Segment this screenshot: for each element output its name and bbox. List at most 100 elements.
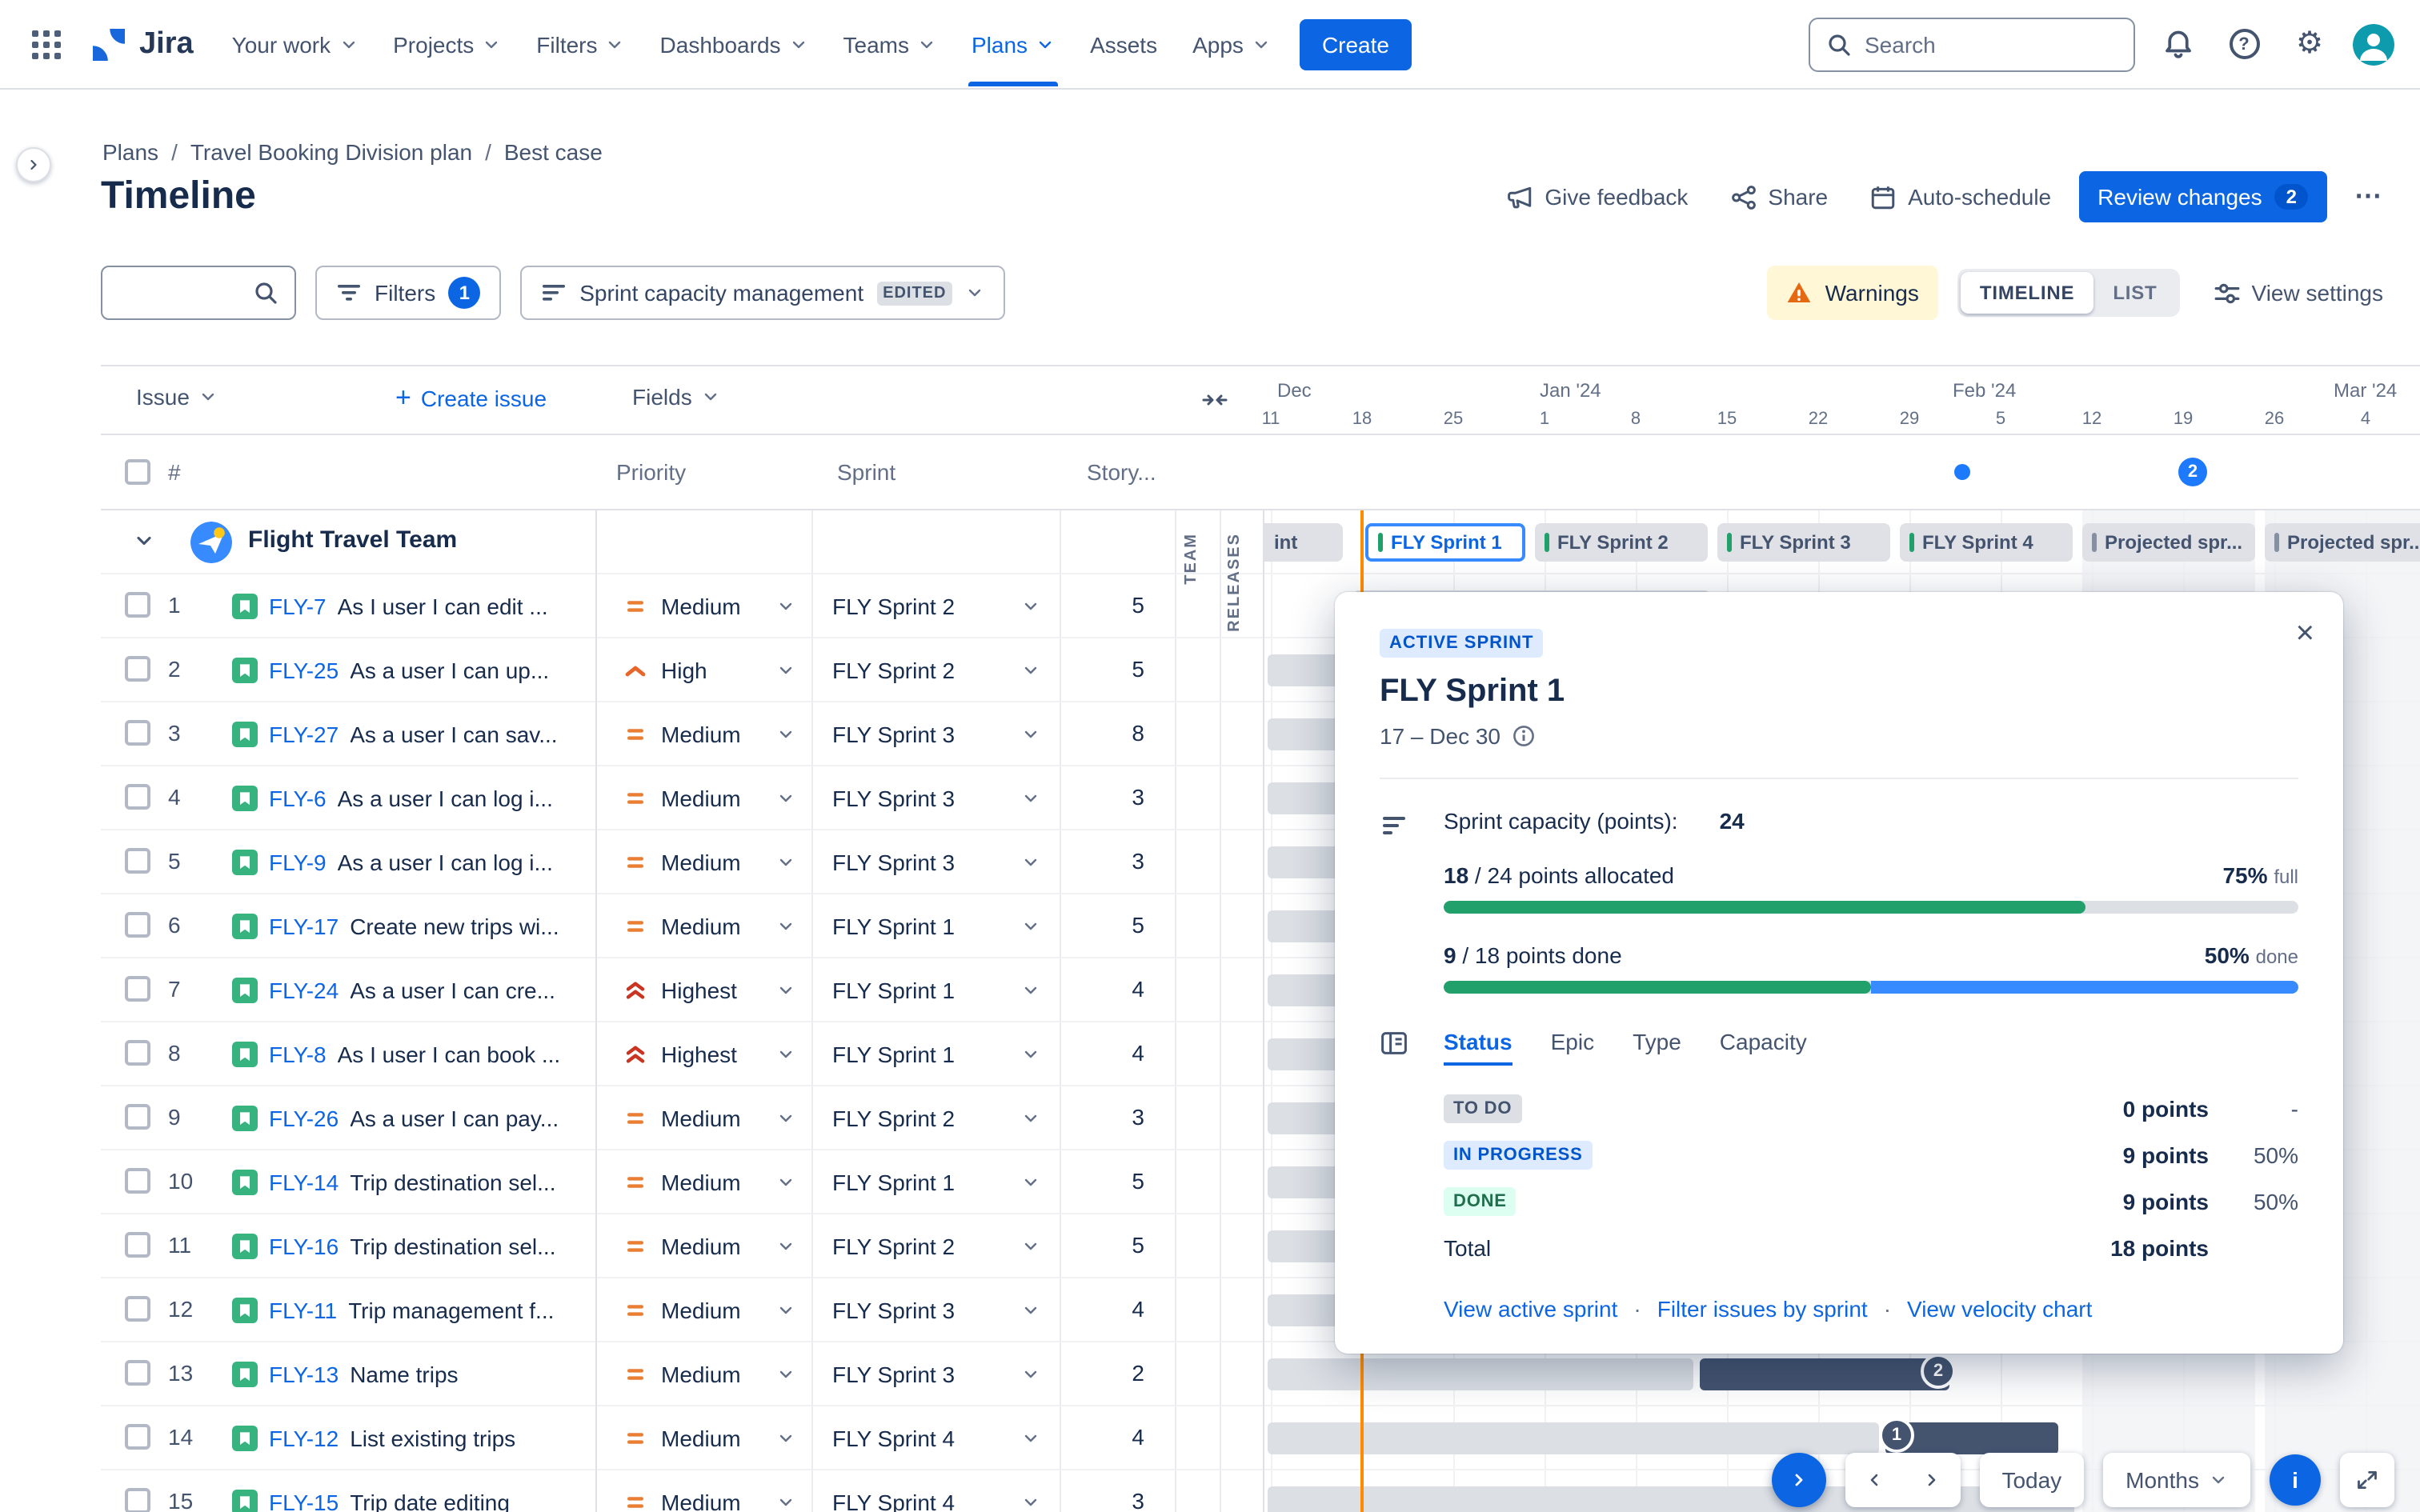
team-name[interactable]: Flight Travel Team xyxy=(248,526,457,554)
issue-key-link[interactable]: FLY-15 xyxy=(269,1489,339,1512)
fields-dropdown[interactable]: Fields xyxy=(632,384,721,410)
sprint-dropdown[interactable]: FLY Sprint 1 xyxy=(813,894,1060,957)
row-checkbox[interactable] xyxy=(125,656,150,682)
story-points-cell[interactable]: 5 xyxy=(1061,592,1144,618)
issue-key-link[interactable]: FLY-8 xyxy=(269,1041,327,1066)
story-points-cell[interactable]: 5 xyxy=(1061,912,1144,938)
sprint-dropdown[interactable]: FLY Sprint 3 xyxy=(813,830,1060,893)
sprint-dropdown[interactable]: FLY Sprint 2 xyxy=(813,1214,1060,1277)
priority-dropdown[interactable]: Medium xyxy=(597,574,811,637)
story-points-cell[interactable]: 2 xyxy=(1061,1360,1144,1386)
popup-tab-capacity[interactable]: Capacity xyxy=(1720,1029,1807,1066)
notifications-button[interactable] xyxy=(2156,22,2201,66)
row-checkbox[interactable] xyxy=(125,1296,150,1322)
fullscreen-button[interactable] xyxy=(2340,1453,2394,1507)
priority-dropdown[interactable]: Medium xyxy=(597,1150,811,1213)
priority-dropdown[interactable]: Medium xyxy=(597,894,811,957)
issue-key-link[interactable]: FLY-26 xyxy=(269,1105,339,1130)
timeline-bar[interactable]: 2 xyxy=(1700,1354,1956,1390)
story-points-cell[interactable]: 5 xyxy=(1061,1168,1144,1194)
issue-key-link[interactable]: FLY-6 xyxy=(269,785,327,810)
sprint-pill-int[interactable]: int xyxy=(1264,523,1343,562)
issue-key-link[interactable]: FLY-17 xyxy=(269,913,339,938)
popup-tab-type[interactable]: Type xyxy=(1633,1029,1681,1066)
nav-item-your-work[interactable]: Your work xyxy=(216,17,375,71)
story-points-cell[interactable]: 5 xyxy=(1061,1232,1144,1258)
info-icon[interactable] xyxy=(1512,725,1534,747)
row-checkbox[interactable] xyxy=(125,1360,150,1386)
story-points-cell[interactable]: 4 xyxy=(1061,1424,1144,1450)
row-checkbox[interactable] xyxy=(125,1040,150,1066)
breadcrumb-item[interactable]: Best case xyxy=(504,139,603,165)
priority-dropdown[interactable]: Medium xyxy=(597,702,811,765)
collapse-team-chevron-icon[interactable] xyxy=(133,530,155,552)
nav-item-apps[interactable]: Apps xyxy=(1176,17,1287,71)
row-checkbox[interactable] xyxy=(125,1488,150,1512)
jira-logo[interactable]: Jira xyxy=(90,25,194,63)
review-changes-button[interactable]: Review changes 2 xyxy=(2078,171,2327,222)
nav-item-projects[interactable]: Projects xyxy=(377,17,517,71)
help-button[interactable]: ? xyxy=(2222,22,2266,66)
sprint-dropdown[interactable]: FLY Sprint 3 xyxy=(813,702,1060,765)
priority-dropdown[interactable]: Medium xyxy=(597,1214,811,1277)
story-points-cell[interactable]: 3 xyxy=(1061,848,1144,874)
today-button[interactable]: Today xyxy=(1979,1453,2085,1507)
create-issue-button[interactable]: + Create issue xyxy=(395,384,547,411)
nav-item-filters[interactable]: Filters xyxy=(520,17,640,71)
sprint-dropdown[interactable]: FLY Sprint 2 xyxy=(813,1086,1060,1149)
story-points-cell[interactable]: 5 xyxy=(1061,656,1144,682)
row-checkbox[interactable] xyxy=(125,784,150,810)
row-checkbox[interactable] xyxy=(125,1424,150,1450)
sprint-dropdown[interactable]: FLY Sprint 3 xyxy=(813,1342,1060,1405)
expand-panel-button[interactable] xyxy=(1771,1453,1826,1507)
issue-key-link[interactable]: FLY-25 xyxy=(269,657,339,682)
more-actions-button[interactable]: ⋯ xyxy=(2340,170,2398,224)
story-points-cell[interactable]: 3 xyxy=(1061,1104,1144,1130)
priority-dropdown[interactable]: Medium xyxy=(597,830,811,893)
priority-dropdown[interactable]: Medium xyxy=(597,1086,811,1149)
scroll-left-button[interactable] xyxy=(1845,1453,1902,1507)
story-points-cell[interactable]: 8 xyxy=(1061,720,1144,746)
tab-timeline[interactable]: TIMELINE xyxy=(1960,272,2094,314)
sprint-pill-fly-sprint-3[interactable]: FLY Sprint 3 xyxy=(1717,523,1890,562)
timeline-bar[interactable]: 1 xyxy=(1879,1418,2058,1454)
timeline-marker-dot[interactable] xyxy=(1954,464,1970,480)
issue-key-link[interactable]: FLY-24 xyxy=(269,977,339,1002)
give-feedback-button[interactable]: Give feedback xyxy=(1492,172,1702,222)
create-button[interactable]: Create xyxy=(1299,18,1412,70)
issue-key-link[interactable]: FLY-7 xyxy=(269,593,327,618)
user-avatar[interactable] xyxy=(2353,23,2394,65)
priority-dropdown[interactable]: Highest xyxy=(597,1022,811,1085)
row-checkbox[interactable] xyxy=(125,720,150,746)
sprint-pill-fly-sprint-4[interactable]: FLY Sprint 4 xyxy=(1900,523,2073,562)
priority-dropdown[interactable]: Highest xyxy=(597,958,811,1021)
story-points-cell[interactable]: 4 xyxy=(1061,1040,1144,1066)
issue-key-link[interactable]: FLY-14 xyxy=(269,1169,339,1194)
story-points-cell[interactable]: 3 xyxy=(1061,1488,1144,1512)
sprint-dropdown[interactable]: FLY Sprint 1 xyxy=(813,1150,1060,1213)
sprint-pill-fly-sprint-2[interactable]: FLY Sprint 2 xyxy=(1535,523,1708,562)
select-all-checkbox[interactable] xyxy=(125,459,150,485)
priority-dropdown[interactable]: Medium xyxy=(597,1342,811,1405)
expand-sidebar-button[interactable] xyxy=(16,147,51,182)
row-checkbox[interactable] xyxy=(125,848,150,874)
view-settings-button[interactable]: View settings xyxy=(2199,268,2398,318)
story-points-cell[interactable]: 4 xyxy=(1061,976,1144,1002)
sprint-pill-fly-sprint-1[interactable]: FLY Sprint 1 xyxy=(1365,523,1525,562)
sprint-dropdown[interactable]: FLY Sprint 2 xyxy=(813,574,1060,637)
sprint-dropdown[interactable]: FLY Sprint 2 xyxy=(813,638,1060,701)
priority-dropdown[interactable]: High xyxy=(597,638,811,701)
timeline-bar[interactable] xyxy=(1268,1422,1879,1454)
settings-button[interactable]: ⚙ xyxy=(2287,22,2332,66)
timeline-marker-badge[interactable]: 2 xyxy=(2178,458,2207,486)
nav-item-dashboards[interactable]: Dashboards xyxy=(644,17,824,71)
close-popup-button[interactable]: × xyxy=(2296,618,2314,650)
sprint-dropdown[interactable]: FLY Sprint 1 xyxy=(813,1022,1060,1085)
sprint-dropdown[interactable]: FLY Sprint 3 xyxy=(813,1278,1060,1341)
global-search-input[interactable] xyxy=(1865,31,2118,57)
app-switcher-icon[interactable] xyxy=(32,30,61,58)
issue-key-link[interactable]: FLY-9 xyxy=(269,849,327,874)
view-preset-dropdown[interactable]: Sprint capacity management EDITED xyxy=(520,266,1006,320)
auto-schedule-button[interactable]: Auto-schedule xyxy=(1855,172,2065,222)
story-points-cell[interactable]: 3 xyxy=(1061,784,1144,810)
